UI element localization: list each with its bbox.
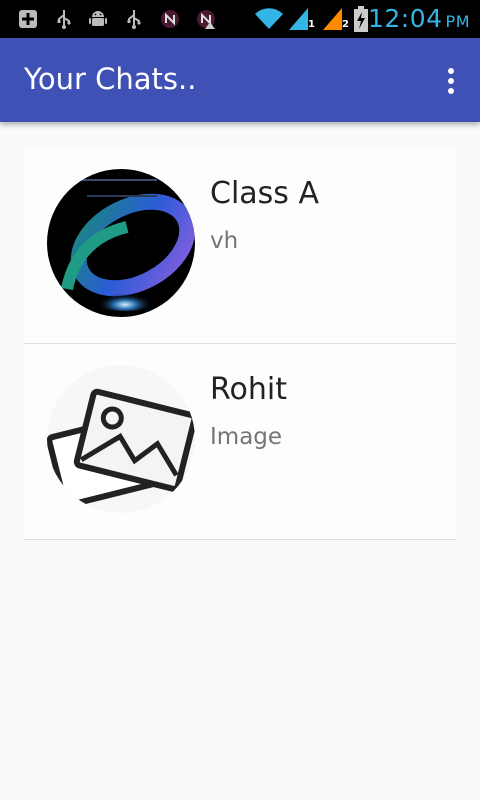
android-debug-icon (89, 11, 107, 26)
clock-ampm: PM (445, 12, 470, 31)
usb-icon (127, 10, 141, 29)
overflow-menu-icon[interactable] (440, 64, 462, 98)
wifi-icon (255, 8, 283, 29)
chat-name: Rohit (210, 372, 287, 407)
sim1-label: 1 (308, 19, 315, 30)
battery-charging-icon (354, 6, 368, 32)
chat-last-message: vh (210, 228, 239, 254)
chat-item-class-a[interactable]: Class A vh (24, 148, 456, 344)
chat-list: Class A vh Rohit Image (24, 148, 456, 540)
chat-last-message: Image (210, 424, 283, 450)
add-notification-icon (19, 10, 37, 28)
image-placeholder-icon (47, 365, 195, 513)
status-bar: 1 2 12:04 PM (0, 0, 480, 38)
page-title: Your Chats.. (24, 62, 197, 96)
sim2-label: 2 (342, 19, 349, 30)
status-clock: 12:04 PM (368, 4, 470, 33)
group-photo-avatar (47, 169, 195, 317)
chat-name: Class A (210, 176, 319, 211)
n-app-alert-icon (197, 10, 215, 29)
app-bar: Your Chats.. (0, 38, 480, 122)
chat-item-rohit[interactable]: Rohit Image (24, 344, 456, 540)
clock-time: 12:04 (368, 4, 443, 33)
usb-icon (57, 10, 71, 29)
n-app-icon (161, 10, 179, 28)
